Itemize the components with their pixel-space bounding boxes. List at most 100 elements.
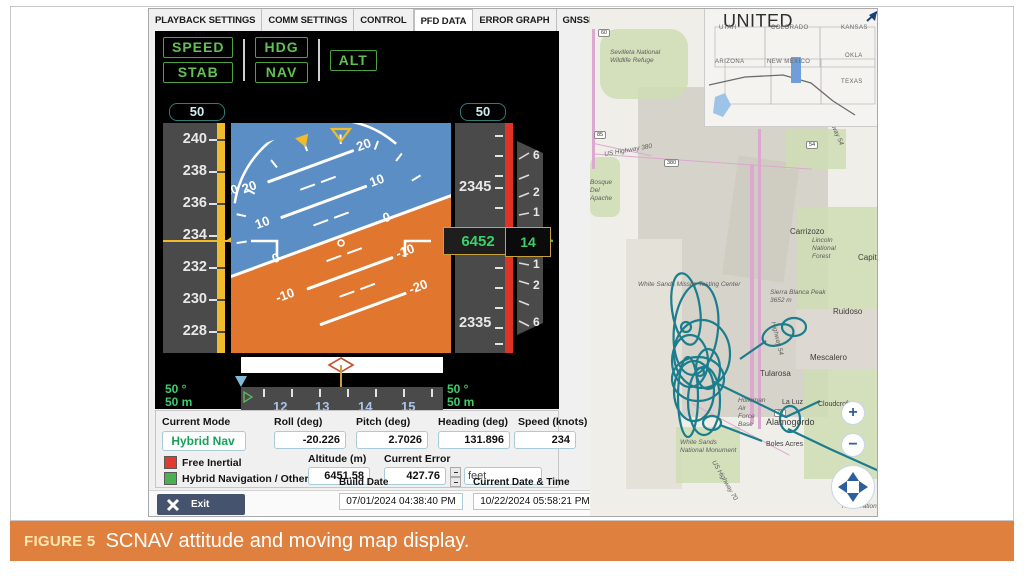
pitch-label: Pitch (deg) bbox=[356, 416, 411, 428]
vsi-label-up1: 1 bbox=[533, 205, 540, 219]
build-date-label: Build Date bbox=[339, 477, 389, 488]
heading-value-field[interactable]: 131.896 bbox=[438, 431, 510, 449]
airspeed-tick-label: 240 bbox=[182, 131, 207, 147]
map-label-bosque: Bosque Del Apache bbox=[590, 179, 613, 202]
map-pan-control[interactable] bbox=[831, 465, 875, 509]
map-label-sevilleta: Sevilleta National Wildlife Refuge bbox=[610, 49, 661, 64]
units-stepper[interactable] bbox=[450, 467, 461, 489]
airspeed-tick-label: 232 bbox=[182, 259, 207, 275]
map-zoom-in-button[interactable]: + bbox=[841, 401, 865, 425]
overview-inset-map[interactable]: UNITED UTAH COLORADO KANSAS ARIZONA NEW … bbox=[704, 9, 877, 127]
annunciator-divider-2 bbox=[317, 39, 320, 81]
inset-label-arizona: ARIZONA bbox=[715, 59, 745, 65]
figure-caption: FIGURE 5 SCNAV attitude and moving map d… bbox=[10, 521, 1014, 561]
altitude-bug-box[interactable]: 50 bbox=[460, 103, 506, 121]
map-label-white-sands-monument: White Sands National Monument bbox=[680, 439, 737, 454]
legend-swatch-hybrid-nav bbox=[164, 472, 177, 485]
exit-button-label: Exit bbox=[191, 499, 210, 510]
tab-playback-settings[interactable]: PLAYBACK SETTINGS bbox=[149, 9, 263, 31]
vsi-label-up2: 2 bbox=[533, 185, 540, 199]
corner-right-line2: 50 m bbox=[447, 395, 475, 409]
tab-error-graph[interactable]: ERROR GRAPH bbox=[473, 9, 557, 31]
map-town-boles-acres: Boles Acres bbox=[766, 441, 803, 448]
units-stepper-down[interactable] bbox=[450, 477, 461, 487]
legend-swatch-free-inertial bbox=[164, 456, 177, 469]
current-mode-value: Hybrid Nav bbox=[162, 431, 246, 451]
units-stepper-up[interactable] bbox=[450, 467, 461, 477]
tab-control[interactable]: CONTROL bbox=[354, 9, 414, 31]
airspeed-tick-label: 238 bbox=[182, 163, 207, 179]
current-datetime-label: Current Date & Time bbox=[473, 477, 570, 488]
annunciator-speed[interactable]: SPEED bbox=[163, 37, 234, 58]
map-label-holloman-afb: Holloman Air Force Base bbox=[738, 397, 766, 428]
speed-value-field[interactable]: 234 bbox=[514, 431, 576, 449]
corner-right-readout: 50 ° 50 m bbox=[447, 383, 474, 409]
airspeed-tick-label: 228 bbox=[182, 323, 207, 339]
attitude-indicator: 20 20 10 10 0 0 -10 -10 -20 30 bbox=[231, 123, 451, 353]
exit-button[interactable]: Exit bbox=[157, 494, 245, 515]
map-town-tularosa: Tularosa bbox=[760, 369, 791, 378]
annunciator-hdg[interactable]: HDG bbox=[255, 37, 308, 58]
tab-pfd-data[interactable]: PFD DATA bbox=[413, 9, 474, 31]
speed-bug-box[interactable]: 50 bbox=[169, 103, 225, 121]
current-error-value-field[interactable]: 427.76 bbox=[384, 467, 446, 485]
vsi-readout-box: 14 bbox=[505, 227, 551, 257]
corner-left-readout: 50 ° 50 m bbox=[165, 383, 192, 409]
primary-flight-display: SPEED STAB HDG NAV ALT 50 50 240 238 236… bbox=[155, 31, 559, 417]
altitude-label: Altitude (m) bbox=[308, 453, 367, 465]
altitude-readout-value: 6452 bbox=[461, 232, 495, 250]
map-label-white-sands-missile: White Sands Missile Testing Center bbox=[638, 281, 741, 288]
annunciator-stab[interactable]: STAB bbox=[163, 62, 234, 83]
inset-label-kansas: KANSAS bbox=[841, 25, 868, 31]
aircraft-reference-symbol bbox=[251, 239, 431, 257]
figure-caption-text: SCNAV attitude and moving map display. bbox=[105, 529, 470, 552]
vsi-readout-value: 14 bbox=[520, 234, 536, 250]
tab-comm-settings[interactable]: COMM SETTINGS bbox=[262, 9, 355, 31]
annunciator-group: SPEED STAB HDG NAV ALT bbox=[163, 37, 377, 83]
map-town-alamogordo: Alamogordo bbox=[766, 417, 815, 427]
airspeed-trend-bar bbox=[217, 123, 225, 353]
vsi-label-dn6: 6 bbox=[533, 315, 540, 329]
map-zoom-out-button[interactable]: − bbox=[841, 433, 865, 457]
current-error-label: Current Error bbox=[384, 453, 451, 465]
current-mode-label: Current Mode bbox=[162, 416, 231, 428]
inset-label-texas: TEXAS bbox=[841, 79, 863, 85]
speed-label: Speed (knots) bbox=[518, 416, 588, 428]
annunciator-nav[interactable]: NAV bbox=[255, 62, 308, 83]
annunciator-divider-1 bbox=[243, 39, 246, 81]
scnav-application-window: PLAYBACK SETTINGS COMM SETTINGS CONTROL … bbox=[148, 8, 878, 517]
tab-bar: PLAYBACK SETTINGS COMM SETTINGS CONTROL … bbox=[149, 9, 630, 31]
airspeed-tick-label: 236 bbox=[182, 195, 207, 211]
airspeed-tick-label: 230 bbox=[182, 291, 207, 307]
map-town-carrizozo: Carrizozo bbox=[790, 227, 825, 236]
legend-label-hybrid-nav: Hybrid Navigation / Other bbox=[182, 473, 309, 485]
corner-left-line2: 50 m bbox=[165, 395, 193, 409]
airspeed-pointer-line bbox=[163, 240, 231, 242]
figure-number: FIGURE 5 bbox=[24, 532, 96, 550]
map-town-mescalero: Mescalero bbox=[810, 353, 847, 362]
vsi-label-dn2: 2 bbox=[533, 278, 540, 292]
map-label-lincoln-forest: Lincoln National Forest bbox=[812, 237, 836, 260]
map-town-capitan: Capitan bbox=[858, 253, 877, 262]
map-town-ruidoso: Ruidoso bbox=[833, 307, 863, 316]
heading-label: Heading (deg) bbox=[438, 416, 508, 428]
heading-reference-marker bbox=[243, 391, 253, 403]
map-town-la-luz: La Luz bbox=[782, 399, 804, 406]
pitch-value-field[interactable]: 2.7026 bbox=[356, 431, 428, 449]
inset-label-oklahoma: OKLA bbox=[845, 53, 863, 59]
pan-arrows-icon bbox=[838, 472, 868, 502]
inset-label-colorado: COLORADO bbox=[771, 25, 809, 31]
altitude-readout-box: 6452 bbox=[443, 227, 513, 255]
moving-map[interactable]: 60 85 380 54 82 70 bbox=[590, 9, 877, 516]
close-icon bbox=[166, 498, 180, 511]
page-root: PLAYBACK SETTINGS COMM SETTINGS CONTROL … bbox=[0, 0, 1024, 576]
build-date-value: 07/01/2024 04:38:40 PM bbox=[339, 493, 463, 510]
current-datetime-value: 10/22/2024 05:58:21 PM bbox=[473, 493, 597, 510]
airspeed-tape: 240 238 236 234 232 230 228 bbox=[163, 123, 225, 353]
vsi-label-dn1: 1 bbox=[533, 257, 540, 271]
inset-label-utah: UTAH bbox=[719, 25, 737, 31]
annunciator-alt[interactable]: ALT bbox=[329, 49, 377, 71]
legend-label-free-inertial: Free Inertial bbox=[182, 457, 242, 469]
map-label-sierra-blanca: Sierra Blanca Peak 3652 m bbox=[770, 289, 826, 304]
roll-value-field[interactable]: -20.226 bbox=[274, 431, 346, 449]
